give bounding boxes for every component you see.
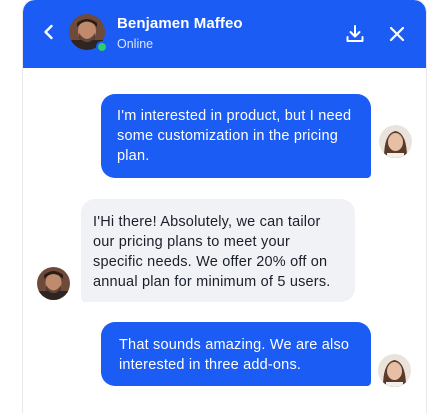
download-icon: [346, 25, 364, 42]
chevron-left-icon: [44, 24, 53, 40]
online-status-dot: [96, 41, 108, 53]
contact-avatar-small: [37, 267, 70, 300]
message-bubble-outgoing: I'm interested in product, but I need so…: [101, 94, 371, 178]
download-button[interactable]: [343, 22, 367, 46]
close-icon: [389, 26, 405, 42]
chat-window: Benjamen Maffeo Online I'm interested in…: [23, 0, 426, 413]
back-button[interactable]: [37, 20, 61, 44]
message-list[interactable]: I'm interested in product, but I need so…: [23, 68, 426, 413]
contact-name: Benjamen Maffeo: [117, 15, 243, 32]
close-button[interactable]: [385, 22, 409, 46]
contact-status: Online: [117, 37, 154, 51]
user-avatar: [378, 354, 411, 387]
message-bubble-incoming: I'Hi there! Absolutely, we can tailor ou…: [81, 199, 355, 302]
message-bubble-outgoing: That sounds amazing. We are also interes…: [101, 322, 371, 386]
chat-header: Benjamen Maffeo Online: [23, 0, 426, 68]
user-avatar: [379, 125, 412, 158]
